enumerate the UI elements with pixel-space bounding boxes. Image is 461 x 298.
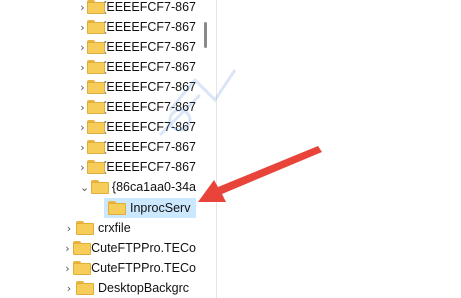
tree-scrollbar[interactable] — [196, 0, 217, 298]
folder-icon — [76, 221, 94, 235]
tree-item-key-9[interactable]: › {EEEEFCF7-867 — [78, 157, 196, 177]
tree-item-crxfile[interactable]: › crxfile — [62, 218, 196, 238]
tree-item-label: {EEEEFCF7-867 — [102, 20, 196, 34]
folder-icon — [86, 120, 105, 134]
folder-icon — [86, 140, 105, 154]
chevron-right-icon[interactable]: › — [78, 21, 87, 34]
folder-icon — [86, 100, 105, 114]
folder-icon — [91, 180, 110, 194]
tree-item-key-5[interactable]: › {EEEEFCF7-867 — [78, 77, 196, 97]
tree-item-cuteftppro-1[interactable]: › CuteFTPPro.TECo — [62, 238, 196, 258]
chevron-right-icon[interactable]: › — [78, 101, 87, 114]
tree-item-label: DesktopBackgrc — [98, 281, 190, 295]
chevron-right-icon[interactable]: › — [78, 161, 87, 174]
tree-item-label: {EEEEFCF7-867 — [102, 140, 196, 154]
tree-item-label: {EEEEFCF7-867 — [102, 40, 196, 54]
tree-item-key-expanded[interactable]: ⌄ {86ca1aa0-34a — [78, 177, 196, 197]
folder-icon — [72, 241, 91, 255]
tree-item-desktopbackground[interactable]: › DesktopBackgrc — [62, 278, 196, 298]
tree-item-cuteftppro-2[interactable]: › CuteFTPPro.TECo — [62, 258, 196, 278]
tree-item-label: {86ca1aa0-34a — [111, 180, 196, 194]
folder-icon — [86, 160, 105, 174]
tree-item-key-4[interactable]: › {EEEEFCF7-867 — [78, 57, 196, 77]
tree-item-label: {EEEEFCF7-867 — [102, 100, 196, 114]
chevron-right-icon[interactable]: › — [78, 1, 87, 14]
chevron-down-icon[interactable]: ⌄ — [78, 181, 91, 194]
chevron-right-icon[interactable]: › — [78, 141, 87, 154]
folder-icon — [86, 0, 105, 14]
chevron-right-icon[interactable]: › — [78, 81, 87, 94]
tree-item-key-8[interactable]: › {EEEEFCF7-867 — [78, 137, 196, 157]
chevron-right-icon[interactable]: › — [62, 262, 73, 275]
tree-item-label: crxfile — [98, 221, 131, 235]
tree-item-key-6[interactable]: › {EEEEFCF7-867 — [78, 97, 196, 117]
tree-item-key-1[interactable]: › {EEEEFCF7-867 — [78, 0, 196, 17]
folder-icon — [86, 20, 105, 34]
folder-icon — [86, 40, 105, 54]
folder-icon — [86, 80, 105, 94]
tree-item-label: {EEEEFCF7-867 — [102, 0, 196, 14]
chevron-right-icon[interactable]: › — [62, 242, 73, 255]
chevron-right-icon[interactable]: › — [78, 121, 87, 134]
tree-item-label: {EEEEFCF7-867 — [102, 120, 196, 134]
folder-icon — [72, 261, 91, 275]
tree-item-label: {EEEEFCF7-867 — [102, 60, 196, 74]
registry-tree: › {EEEEFCF7-867 › {EEEEFCF7-867 › {EEEEF… — [0, 0, 196, 298]
tree-item-key-3[interactable]: › {EEEEFCF7-867 — [78, 37, 196, 57]
folder-icon — [108, 201, 126, 215]
folder-icon — [76, 281, 94, 295]
chevron-right-icon[interactable]: › — [62, 222, 76, 235]
folder-icon — [86, 60, 105, 74]
tree-item-label: CuteFTPPro.TECo — [91, 261, 196, 275]
scrollbar-thumb[interactable] — [204, 22, 207, 48]
tree-item-label: {EEEEFCF7-867 — [102, 160, 196, 174]
tree-item-label: InprocServ — [130, 201, 191, 215]
tree-item-key-2[interactable]: › {EEEEFCF7-867 — [78, 17, 196, 37]
chevron-right-icon[interactable]: › — [78, 41, 87, 54]
tree-item-label: CuteFTPPro.TECo — [91, 241, 196, 255]
tree-item-inprocserver-selected[interactable]: InprocServ — [104, 198, 196, 218]
chevron-right-icon[interactable]: › — [78, 61, 87, 74]
tree-item-key-7[interactable]: › {EEEEFCF7-867 — [78, 117, 196, 137]
tree-item-label: {EEEEFCF7-867 — [102, 80, 196, 94]
chevron-right-icon[interactable]: › — [62, 282, 76, 295]
values-pane — [218, 0, 461, 298]
